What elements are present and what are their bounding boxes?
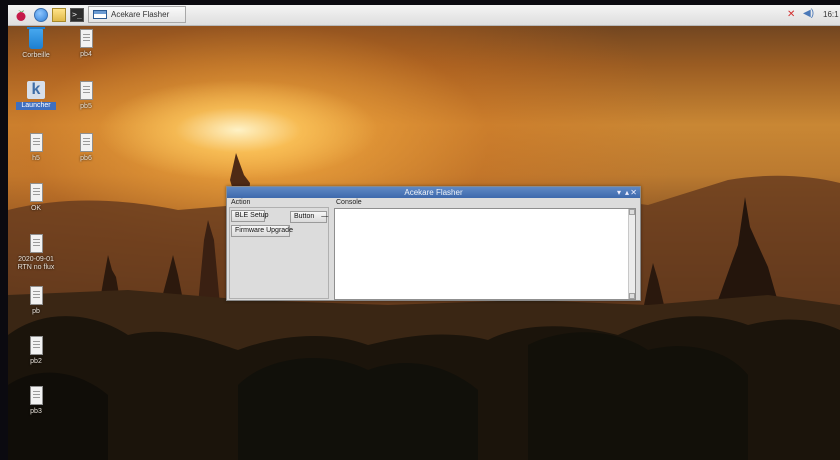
action-label: Action	[231, 199, 251, 206]
desktop-icon-pb3[interactable]: pb3	[16, 386, 56, 416]
desktop-icon-pb5[interactable]: pb5	[66, 81, 106, 111]
file-icon	[29, 336, 43, 355]
desktop-icon-label: Corbeille	[22, 52, 50, 59]
window-title: Acekare Flasher	[404, 188, 463, 197]
desktop-icon-h5[interactable]: h5	[16, 133, 56, 163]
launcher-icon: k	[27, 81, 45, 99]
file-icon	[79, 29, 93, 48]
desktop-icon-label: 2020-09-01 RTN no flux	[16, 256, 56, 272]
button-select-label: Button	[294, 213, 315, 220]
desktop-icon-2020-09-01[interactable]: 2020-09-01 RTN no flux	[16, 234, 56, 272]
file-icon	[79, 133, 93, 152]
desktop-icon-label: pb5	[80, 103, 92, 110]
firmware-upgrade-button[interactable]: Firmware Upgrade	[231, 225, 293, 237]
desktop-icon-label: Launcher	[16, 102, 56, 110]
taskbar-window-button[interactable]: Acekare Flasher	[88, 6, 186, 23]
window-icon	[93, 10, 107, 19]
trash-icon	[27, 27, 45, 49]
button-select[interactable]: Button —	[290, 211, 329, 223]
file-icon	[79, 81, 93, 100]
acekare-flasher-window: Acekare Flasher ▾ ▴ ✕ Action Console BLE…	[226, 186, 641, 301]
file-icon	[29, 386, 43, 405]
file-icon	[29, 234, 43, 253]
terminal-icon[interactable]: >_	[70, 8, 84, 22]
minimize-icon[interactable]: ▾	[617, 187, 621, 198]
clock[interactable]: 16:1	[823, 10, 839, 19]
desktop-icon-label-line2: RTN no flux	[17, 264, 55, 271]
dropdown-dash-icon: —	[321, 213, 329, 220]
desktop-icon-label: pb	[32, 308, 40, 315]
taskbar-window-label: Acekare Flasher	[111, 10, 170, 19]
desktop-icon-pb2[interactable]: pb2	[16, 336, 56, 366]
desktop-icon-label: pb2	[30, 358, 42, 365]
desktop-icon-pb[interactable]: pb	[16, 286, 56, 316]
web-browser-icon[interactable]	[34, 8, 48, 22]
window-titlebar[interactable]: Acekare Flasher ▾ ▴ ✕	[227, 187, 640, 198]
console-scrollbar[interactable]	[628, 209, 635, 299]
network-disconnected-icon[interactable]: ✕	[787, 9, 795, 20]
file-icon	[29, 183, 43, 202]
desktop-icon-label: OK	[30, 205, 42, 212]
desktop-icon-label: pb6	[80, 155, 92, 162]
desktop-icon-pb6[interactable]: pb6	[66, 133, 106, 163]
console-label: Console	[336, 199, 362, 206]
desktop: >_ Acekare Flasher ✕ ◀) 16:1 Corbeille p…	[8, 5, 840, 460]
console-output[interactable]	[334, 208, 636, 300]
desktop-icon-trash[interactable]: Corbeille	[16, 27, 56, 60]
desktop-icon-launcher[interactable]: k Launcher	[16, 81, 56, 110]
scroll-up-icon[interactable]	[629, 209, 635, 215]
file-icon	[29, 133, 43, 152]
desktop-icon-label-line1: 2020-09-01	[18, 256, 54, 263]
raspberry-menu-icon[interactable]	[14, 8, 28, 22]
desktop-icon-label: pb4	[80, 51, 92, 58]
close-icon[interactable]: ✕	[630, 187, 637, 198]
volume-icon[interactable]: ◀)	[803, 8, 814, 19]
maximize-icon[interactable]: ▴	[625, 187, 629, 198]
file-manager-icon[interactable]	[52, 8, 66, 22]
desktop-icon-ok[interactable]: OK	[16, 183, 56, 213]
ble-setup-button[interactable]: BLE Setup	[231, 210, 268, 222]
desktop-icon-pb4[interactable]: pb4	[66, 29, 106, 59]
desktop-icon-label: pb3	[30, 408, 42, 415]
scroll-down-icon[interactable]	[629, 293, 635, 299]
taskbar: >_ Acekare Flasher ✕ ◀) 16:1	[8, 5, 840, 26]
desktop-icon-label: h5	[32, 155, 40, 162]
file-icon	[29, 286, 43, 305]
